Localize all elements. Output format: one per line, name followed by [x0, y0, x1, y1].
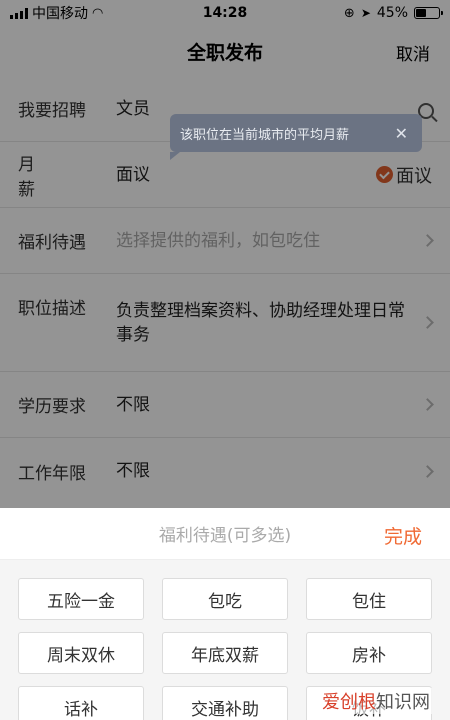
benefit-option[interactable]: 周末双休: [18, 632, 144, 674]
benefit-option[interactable]: 年底双薪: [162, 632, 288, 674]
done-button[interactable]: 完成: [384, 522, 422, 549]
watermark-brand: 爱创根: [322, 692, 376, 713]
watermark: 爱创根知识网: [320, 688, 432, 714]
benefit-option[interactable]: 包住: [306, 578, 432, 620]
benefit-option[interactable]: 话补: [18, 686, 144, 720]
benefit-option[interactable]: 包吃: [162, 578, 288, 620]
sheet-header: 福利待遇(可多选) 完成: [0, 508, 450, 560]
close-icon[interactable]: ✕: [395, 124, 408, 143]
benefit-option[interactable]: 房补: [306, 632, 432, 674]
salary-tooltip: 该职位在当前城市的平均月薪 ✕: [170, 114, 422, 160]
tooltip-text: 该职位在当前城市的平均月薪: [180, 127, 350, 143]
watermark-suffix: 知识网: [376, 692, 430, 713]
benefit-option[interactable]: 五险一金: [18, 578, 144, 620]
benefit-option[interactable]: 交通补助: [162, 686, 288, 720]
modal-overlay[interactable]: [0, 0, 450, 508]
sheet-title: 福利待遇(可多选): [158, 526, 292, 546]
